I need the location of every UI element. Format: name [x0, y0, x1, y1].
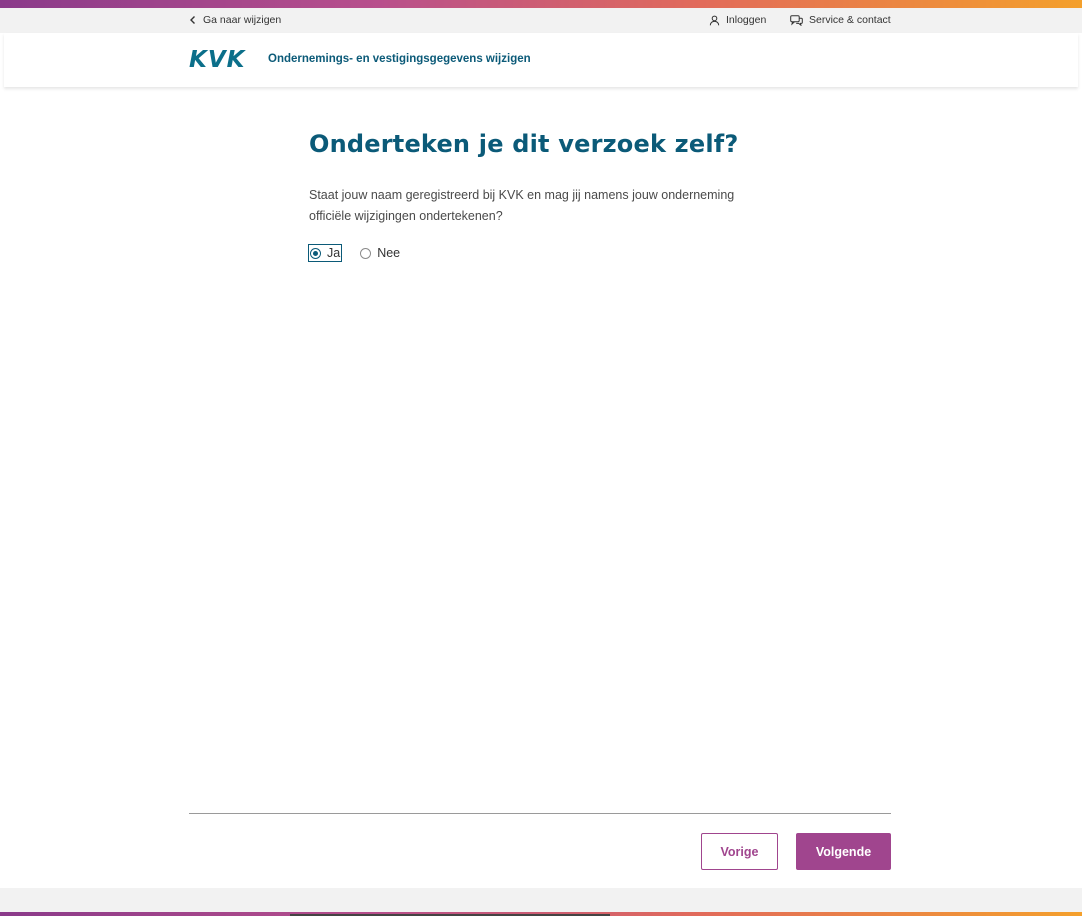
app-title: Ondernemings- en vestigingsgegevens wijz… [268, 53, 531, 65]
back-to-wijzigen-link[interactable]: Ga naar wijzigen [189, 14, 281, 26]
sign-yourself-radio-group: Ja Nee [307, 243, 779, 263]
chat-icon [790, 14, 803, 26]
radio-nee[interactable] [360, 247, 372, 259]
actions-divider [189, 813, 891, 814]
question-description: Staat jouw naam geregistreerd bij KVK en… [309, 188, 735, 223]
next-button[interactable]: Volgende [796, 833, 891, 870]
back-link-label: Ga naar wijzigen [203, 14, 282, 26]
login-link[interactable]: Inloggen [709, 14, 766, 26]
user-icon [709, 15, 720, 26]
radio-option-ja[interactable]: Ja [307, 244, 343, 262]
previous-button[interactable]: Vorige [701, 833, 778, 870]
page-title: Onderteken je dit verzoek zelf? [309, 130, 739, 158]
footer-area [0, 888, 1082, 912]
utility-bar: Ga naar wijzigen Inloggen Service & cont… [0, 8, 1082, 33]
kvk-logo[interactable]: KVK [189, 49, 245, 72]
radio-ja-label: Ja [327, 246, 341, 260]
brand-stripe-top [0, 0, 1082, 8]
login-label: Inloggen [726, 14, 767, 26]
radio-option-nee[interactable]: Nee [360, 246, 400, 260]
service-contact-link[interactable]: Service & contact [790, 14, 891, 26]
main-content: Onderteken je dit verzoek zelf? Staat jo… [307, 130, 779, 263]
chevron-left-icon [189, 15, 197, 25]
service-contact-label: Service & contact [809, 14, 891, 26]
radio-nee-label: Nee [377, 246, 401, 260]
site-header: KVK Ondernemings- en vestigingsgegevens … [4, 33, 1078, 87]
radio-ja[interactable] [310, 247, 321, 259]
